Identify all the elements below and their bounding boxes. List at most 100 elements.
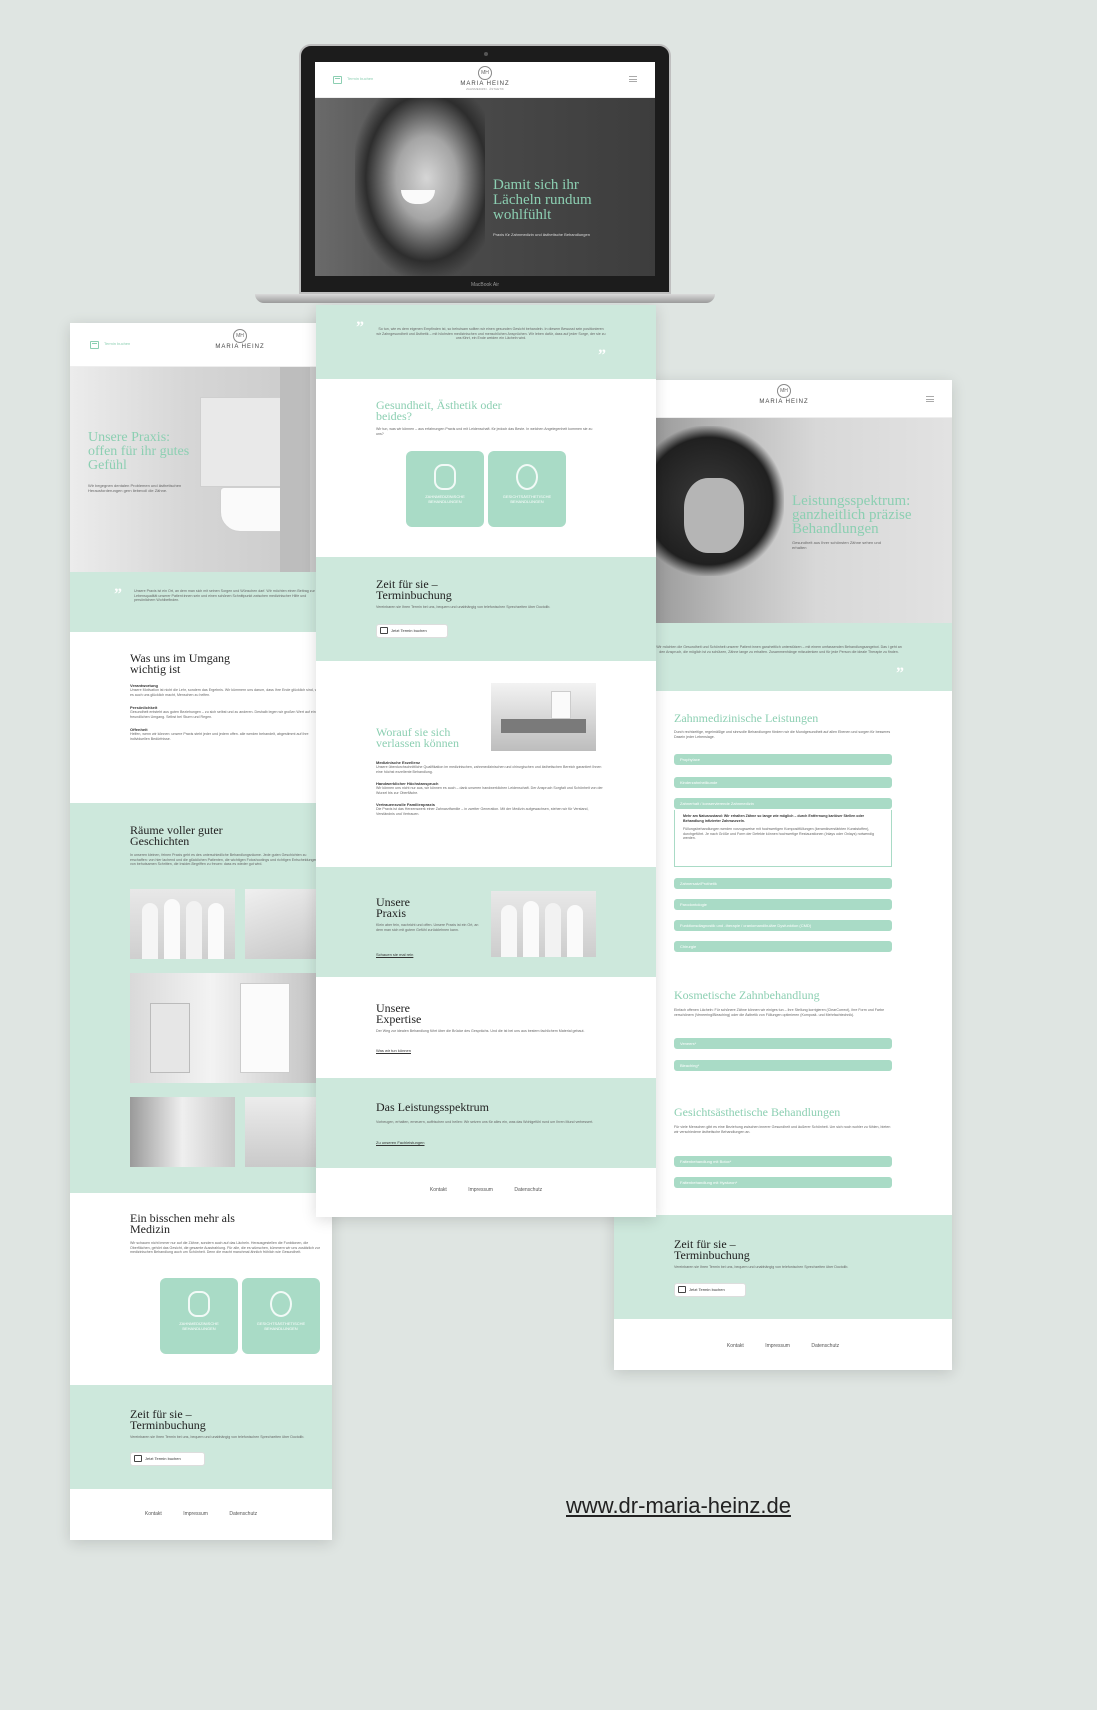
rooms-section: Räume voller guter Geschichten In unsere… (70, 803, 332, 1193)
accordion-item[interactable]: Kinderzahnheilkunde (674, 777, 892, 788)
praxis-title: Unsere Praxis (376, 895, 410, 920)
booking-button[interactable]: Jetzt Termin buchen (130, 1452, 205, 1466)
accordion-item[interactable]: Zahnersatz/Prothetik (674, 878, 892, 889)
booking-text: Vereinbaren sie Ihren Termin bei uns, be… (130, 1435, 305, 1439)
left-booking-section: Zeit für sie – Terminbuchung Vereinbaren… (70, 1385, 332, 1489)
right-header: Termin buchen MH MARIA HEINZ (614, 380, 952, 418)
laptop-hero-title: Damit sich ihr Lächeln rundum wohlfühlt (493, 177, 592, 223)
leist-text: Vorbeugen, erhalten, erneuern, auffrisch… (376, 1120, 594, 1124)
center-page-mockup: ” So tun, wie es dem eigenen Empfinden i… (316, 305, 656, 1217)
calendar-icon[interactable] (90, 341, 99, 349)
footer-impressum[interactable]: Impressum (468, 1187, 493, 1193)
ga-text: Für viele Menschen gibt es eine Beziehun… (674, 1125, 891, 1134)
expertise-link[interactable]: Was wir tun können (376, 1048, 411, 1053)
booking-link[interactable]: Termin buchen (104, 341, 130, 346)
accordion-item[interactable]: Bleaching* (674, 1060, 892, 1071)
footer-impressum[interactable]: Impressum (183, 1511, 208, 1517)
accordion-item[interactable]: Funktionsdiagnostik und -therapie / cran… (674, 920, 892, 931)
values-title: Was uns im Umgang wichtig ist (130, 651, 231, 676)
booking-title: Zeit für sie – Terminbuchung (376, 577, 452, 602)
tile-gesichtsaesthetik[interactable]: GESICHTSÄSTHETISCHE BEHANDLUNGEN (488, 451, 566, 527)
left-quote: Unsere Praxis ist ein Ort, an dem man si… (134, 589, 315, 603)
booking-button[interactable]: Jetzt Termin buchen (376, 624, 448, 638)
logo[interactable]: MH MARIA HEINZ (754, 384, 814, 405)
right-page-mockup: Termin buchen MH MARIA HEINZ Leistungssp… (614, 380, 952, 1370)
zm-text: Durch rechtzeitige, regelmäßige und sinn… (674, 730, 891, 739)
tile-zahnmedizin[interactable]: ZAHNMEDIZINISCHE BEHANDLUNGEN (160, 1278, 238, 1354)
rely-item: Medizinische Exzellenz Unsere überdurchsc… (376, 760, 602, 774)
calendar-icon (678, 1286, 686, 1293)
center-booking-section: Zeit für sie – Terminbuchung Vereinbaren… (316, 557, 656, 661)
leist-link[interactable]: Zu unseren Fachleistungen (376, 1140, 424, 1145)
praxis-section: Unsere Praxis Klein aber fein, nachricht… (316, 867, 656, 977)
website-url[interactable]: www.dr-maria-heinz.de (566, 1493, 791, 1519)
quote-mark-icon: ” (356, 319, 364, 336)
monogram: MH (478, 66, 492, 80)
accordion-item-open[interactable]: Zahnerhalt / konservierende Zahnmedizin (674, 798, 892, 809)
leist-title: Das Leistungsspektrum (376, 1100, 489, 1114)
rely-item: Vertrauensvolle Familienpraxis Die Praxis… (376, 802, 589, 816)
team-photo (491, 891, 596, 957)
footer-datenschutz[interactable]: Datenschutz (811, 1343, 839, 1349)
tile-zahnmedizin[interactable]: ZAHNMEDIZINISCHE BEHANDLUNGEN (406, 451, 484, 527)
rely-title: Worauf sie sich verlassen können (376, 725, 459, 750)
left-page-mockup: Termin buchen MH MARIA HEINZ Unsere Prax… (70, 323, 332, 1540)
accordion-item[interactable]: Veneers* (674, 1038, 892, 1049)
logo[interactable]: MH MARIA HEINZ (210, 329, 270, 350)
center-quote: So tun, wie es dem eigenen Empfinden ist… (376, 327, 606, 341)
footer-kontakt[interactable]: Kontakt (727, 1343, 744, 1349)
accordion-item[interactable]: Chirurgie (674, 941, 892, 952)
footer-kontakt[interactable]: Kontakt (430, 1187, 447, 1193)
accordion-item[interactable]: Parodontologie (674, 899, 892, 910)
booking-title: Zeit für sie – Terminbuchung (674, 1237, 750, 1262)
booking-link[interactable]: Termin buchen (347, 76, 373, 81)
leistung-section: Das Leistungsspektrum Vorbeugen, erhalte… (316, 1078, 656, 1168)
laptop-base (255, 294, 715, 303)
rely-item: Handwerklicher Höchstanspruch Wir können … (376, 781, 603, 795)
praxis-text: Klein aber fein, nachricht und offen. Un… (376, 923, 479, 932)
logo-name: MARIA HEINZ (215, 344, 265, 350)
treatment-room-photo (491, 683, 596, 751)
zm-title: Zahnmedizinische Leistungen (674, 711, 819, 725)
footer-datenschutz[interactable]: Datenschutz (514, 1187, 542, 1193)
room-photo-3 (130, 1097, 235, 1167)
kz-text: Einfach offenen Lächeln: Für schönere Zä… (674, 1008, 885, 1017)
laptop-lid: Termin buchen MH MARIA HEINZ ZAHNMEDIZIN… (299, 44, 671, 294)
right-quote-band: ” Wir möchten die Gesundheit und Schönhe… (614, 623, 952, 691)
accordion-item[interactable]: Faltenbehandlung mit Hyaluron* (674, 1177, 892, 1188)
rooms-text: In unseren kleinen, feinen Praxis geht e… (130, 853, 319, 867)
accordion-item[interactable]: Prophylaxe (674, 754, 892, 765)
tooth-icon (188, 1291, 210, 1317)
tile-gesichtsaesthetik[interactable]: GESICHTSÄSTHETISCHE BEHANDLUNGEN (242, 1278, 320, 1354)
left-hero-sub: Wir begegnen dentalen Problemen und ästh… (88, 483, 182, 493)
menu-icon[interactable] (926, 396, 934, 402)
right-hero-title: Leistungsspektrum: ganzheitlich präzise … (792, 493, 912, 537)
quote-mark-icon: ” (598, 347, 606, 364)
quote-mark-icon: ” (114, 586, 122, 603)
left-header: Termin buchen MH MARIA HEINZ (70, 323, 332, 367)
footer-impressum[interactable]: Impressum (765, 1343, 790, 1349)
footer-datenschutz[interactable]: Datenschutz (229, 1511, 257, 1517)
praxis-link[interactable]: Schauen sie mal rein (376, 952, 413, 957)
calendar-icon[interactable] (333, 76, 342, 84)
calendar-icon (134, 1455, 142, 1462)
booking-button[interactable]: Jetzt Termin buchen (674, 1283, 746, 1297)
laptop-header: Termin buchen MH MARIA HEINZ ZAHNMEDIZIN… (315, 62, 655, 98)
accordion-item[interactable]: Faltenbehandlung mit Botox* (674, 1156, 892, 1167)
team-photo (130, 889, 235, 959)
laptop-screen: Termin buchen MH MARIA HEINZ ZAHNMEDIZIN… (315, 62, 655, 276)
laptop-label: MacBook Air (470, 282, 500, 288)
logo-name: MARIA HEINZ (759, 399, 809, 405)
footer-kontakt[interactable]: Kontakt (145, 1511, 162, 1517)
calendar-icon (380, 627, 388, 634)
menu-icon[interactable] (629, 76, 637, 82)
expertise-title: Unsere Expertise (376, 1001, 422, 1026)
expertise-text: Der Weg zur idealen Behandlung führt übe… (376, 1029, 585, 1033)
camera-icon (484, 52, 488, 56)
booking-title: Zeit für sie – Terminbuchung (130, 1407, 206, 1432)
lotus-icon (516, 464, 538, 490)
left-quote-band: ” Unsere Praxis ist ein Ort, an dem man … (70, 572, 332, 632)
center-footer: Kontakt Impressum Datenschutz (316, 1187, 656, 1193)
values-list: Verantwortung Unsere Motivation ist nicht… (130, 683, 325, 742)
logo[interactable]: MH MARIA HEINZ ZAHNMEDIZIN · ÄSTHETIK (455, 66, 515, 91)
